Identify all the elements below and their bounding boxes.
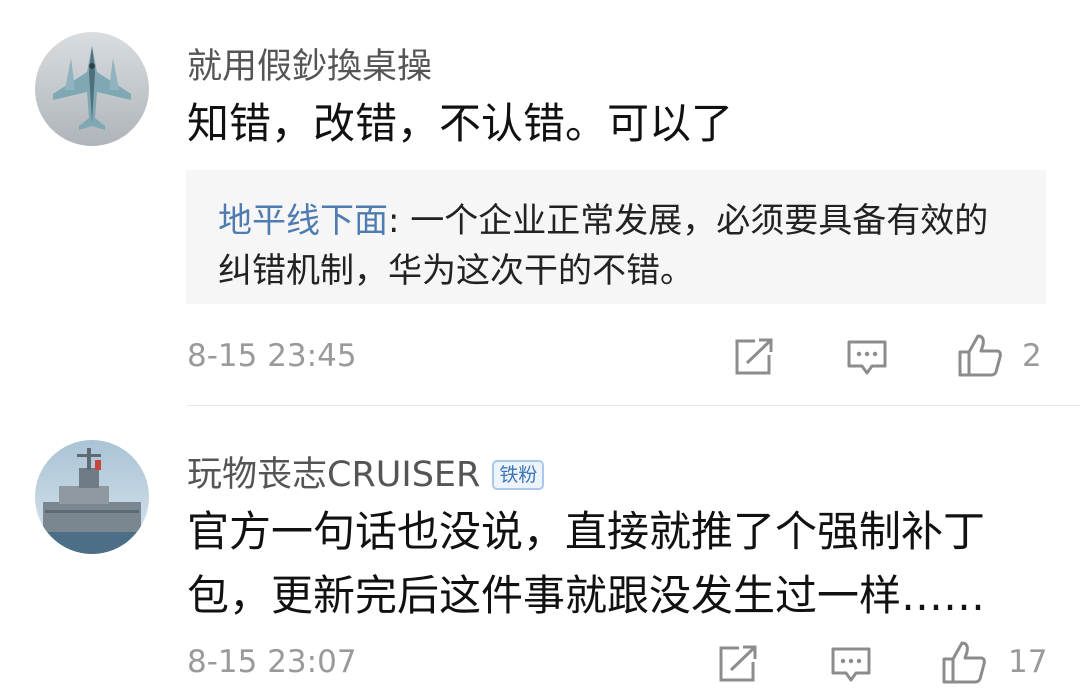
fighter-jet-icon [35,32,149,146]
avatar[interactable] [35,440,149,554]
timestamp: 8-15 23:07 [187,644,357,680]
share-button[interactable] [733,337,775,377]
like-button[interactable] [957,332,1003,378]
comment-text: 知错，改错，不认错。可以了 [187,99,734,148]
reply-button[interactable] [830,646,872,684]
like-count: 2 [1022,338,1042,374]
comment-item: 就用假鈔換桌操 知错，改错，不认错。可以了 地平线下面: 一个企业正常发展，必须… [0,0,1080,405]
fan-badge[interactable]: 铁粉 [492,460,545,490]
username-text: 玩物丧志CRUISER [187,455,481,495]
share-icon [719,645,757,682]
quote-author[interactable]: 地平线下面 [218,201,388,241]
quote-colon: : [388,201,411,241]
thumbs-up-icon [958,334,1002,377]
comment-icon [831,647,871,682]
thumbs-up-icon [942,641,986,684]
username[interactable]: 就用假鈔換桌操 [187,38,432,89]
warship-icon [35,440,149,554]
avatar[interactable] [35,32,149,146]
username[interactable]: 玩物丧志CRUISER 铁粉 [187,446,545,497]
quote-text: 地平线下面: 一个企业正常发展，必须要具备有效的纠错机制，华为这次干的不错。 [218,196,1018,296]
like-count: 17 [1008,644,1048,680]
timestamp: 8-15 23:45 [187,338,357,374]
quoted-reply[interactable]: 地平线下面: 一个企业正常发展，必须要具备有效的纠错机制，华为这次干的不错。 [186,170,1046,304]
reply-button[interactable] [846,339,888,377]
share-button[interactable] [717,644,759,684]
comment-text: 官方一句话也没说，直接就推了个强制补丁包，更新完后这件事就跟没发生过一样…… [187,507,986,620]
comment-icon [847,340,887,375]
like-button[interactable] [941,639,987,685]
comment-item: 玩物丧志CRUISER 铁粉 官方一句话也没说，直接就推了个强制补丁包，更新完后这… [0,406,1080,690]
share-icon [735,338,773,375]
